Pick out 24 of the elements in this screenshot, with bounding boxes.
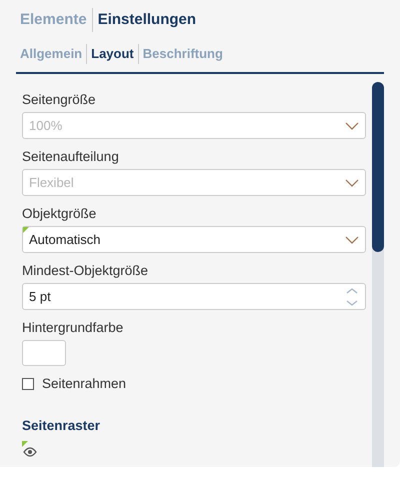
checkbox-label: Seitenrahmen [42, 376, 126, 392]
field-label: Mindest-Objektgröße [22, 263, 150, 279]
section-heading: Seitenraster [22, 418, 102, 433]
tab[interactable]: Elemente [20, 8, 92, 32]
chevron-down-icon [345, 178, 359, 186]
dropdown[interactable]: 100% [22, 112, 366, 139]
tab[interactable]: Beschriftung [138, 44, 227, 64]
field-label: Hintergrundfarbe [22, 320, 124, 336]
color-swatch[interactable] [22, 340, 66, 366]
dropdown[interactable]: Flexibel [22, 169, 366, 196]
tab[interactable]: Layout [86, 44, 138, 64]
number-field[interactable]: 5 pt [22, 283, 366, 310]
field-label: Seitenaufteilung [22, 149, 120, 165]
chevron-down-icon [345, 122, 359, 130]
tab[interactable]: Einstellungen [92, 8, 202, 32]
checkbox[interactable] [22, 378, 34, 390]
chevron-down-icon [345, 236, 359, 244]
field-label: Objektgröße [22, 206, 98, 222]
scrollbar[interactable] [372, 82, 384, 467]
scrollbar-thumb[interactable] [372, 82, 384, 252]
eye-icon[interactable] [23, 447, 37, 457]
tab[interactable]: Allgemein [20, 44, 86, 64]
field-label: Seitengröße [22, 92, 97, 108]
dropdown[interactable]: Automatisch [22, 226, 366, 253]
